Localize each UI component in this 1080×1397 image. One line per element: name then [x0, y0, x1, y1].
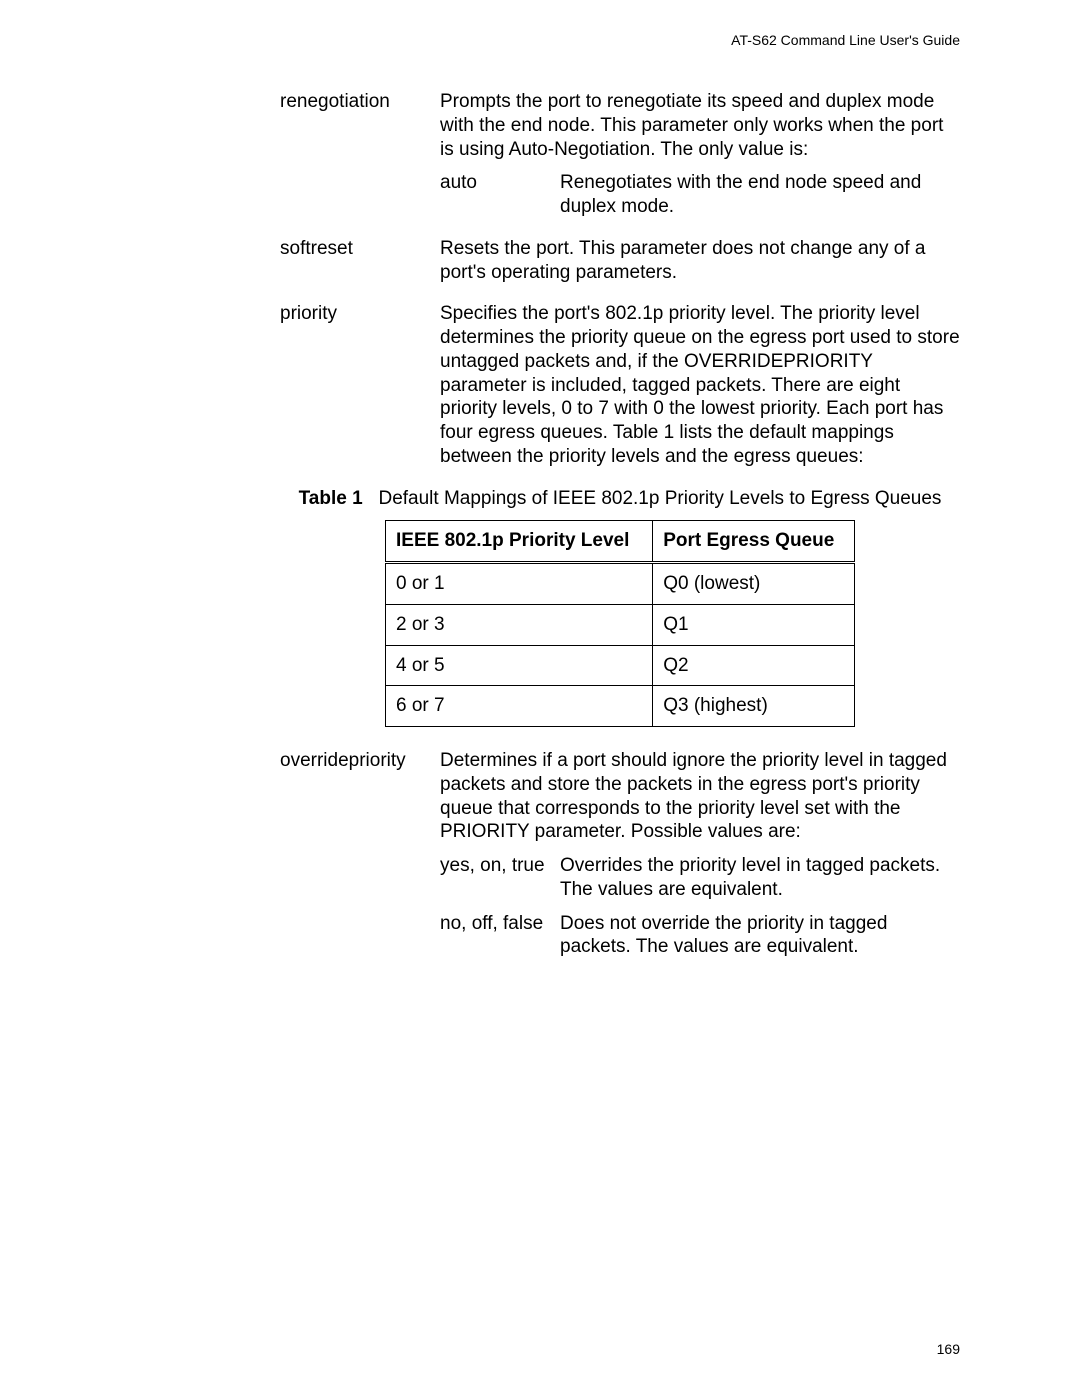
def-priority: priority Specifies the port's 802.1p pri… [280, 302, 960, 468]
cell-queue: Q3 (highest) [653, 686, 855, 727]
th-priority-level: IEEE 802.1p Priority Level [386, 521, 653, 563]
sub-auto-key: auto [440, 171, 560, 195]
term-priority: priority [280, 302, 440, 326]
table-row: 0 or 1 Q0 (lowest) [386, 563, 855, 605]
sub-no-key: no, off, false [440, 912, 560, 936]
cell-priority: 6 or 7 [386, 686, 653, 727]
table-label: Table 1 [299, 488, 363, 509]
sub-auto: auto Renegotiates with the end node spee… [440, 171, 960, 219]
sub-yes-key: yes, on, true [440, 854, 560, 878]
def-overridepriority: overridepriority Determines if a port sh… [280, 749, 960, 959]
desc-softreset: Resets the port. This parameter does not… [440, 237, 960, 285]
desc-renegotiation: Prompts the port to renegotiate its spee… [440, 90, 960, 219]
desc-priority: Specifies the port's 802.1p priority lev… [440, 302, 960, 468]
cell-queue: Q1 [653, 604, 855, 645]
cell-priority: 4 or 5 [386, 645, 653, 686]
text-overridepriority: Determines if a port should ignore the p… [440, 750, 947, 842]
th-egress-queue: Port Egress Queue [653, 521, 855, 563]
table-header-row: IEEE 802.1p Priority Level Port Egress Q… [386, 521, 855, 563]
def-renegotiation: renegotiation Prompts the port to renego… [280, 90, 960, 219]
page: AT-S62 Command Line User's Guide renegot… [0, 0, 1080, 1397]
table-row: 4 or 5 Q2 [386, 645, 855, 686]
cell-priority: 2 or 3 [386, 604, 653, 645]
term-renegotiation: renegotiation [280, 90, 440, 114]
cell-queue: Q0 (lowest) [653, 563, 855, 605]
sub-no-val: Does not override the priority in tagged… [560, 912, 960, 960]
text-renegotiation: Prompts the port to renegotiate its spee… [440, 91, 943, 160]
running-header: AT-S62 Command Line User's Guide [731, 32, 960, 48]
priority-table: IEEE 802.1p Priority Level Port Egress Q… [385, 520, 855, 727]
def-softreset: softreset Resets the port. This paramete… [280, 237, 960, 285]
table-row: 6 or 7 Q3 (highest) [386, 686, 855, 727]
table-row: 2 or 3 Q1 [386, 604, 855, 645]
table-caption: Table 1 Default Mappings of IEEE 802.1p … [280, 487, 960, 511]
table-title: Default Mappings of IEEE 802.1p Priority… [378, 488, 941, 509]
cell-queue: Q2 [653, 645, 855, 686]
desc-overridepriority: Determines if a port should ignore the p… [440, 749, 960, 959]
sub-yes: yes, on, true Overrides the priority lev… [440, 854, 960, 902]
sub-auto-val: Renegotiates with the end node speed and… [560, 171, 960, 219]
term-overridepriority: overridepriority [280, 749, 440, 773]
page-number: 169 [937, 1341, 960, 1357]
sub-yes-val: Overrides the priority level in tagged p… [560, 854, 960, 902]
term-softreset: softreset [280, 237, 440, 261]
content-area: renegotiation Prompts the port to renego… [280, 90, 960, 959]
cell-priority: 0 or 1 [386, 563, 653, 605]
sub-no: no, off, false Does not override the pri… [440, 912, 960, 960]
